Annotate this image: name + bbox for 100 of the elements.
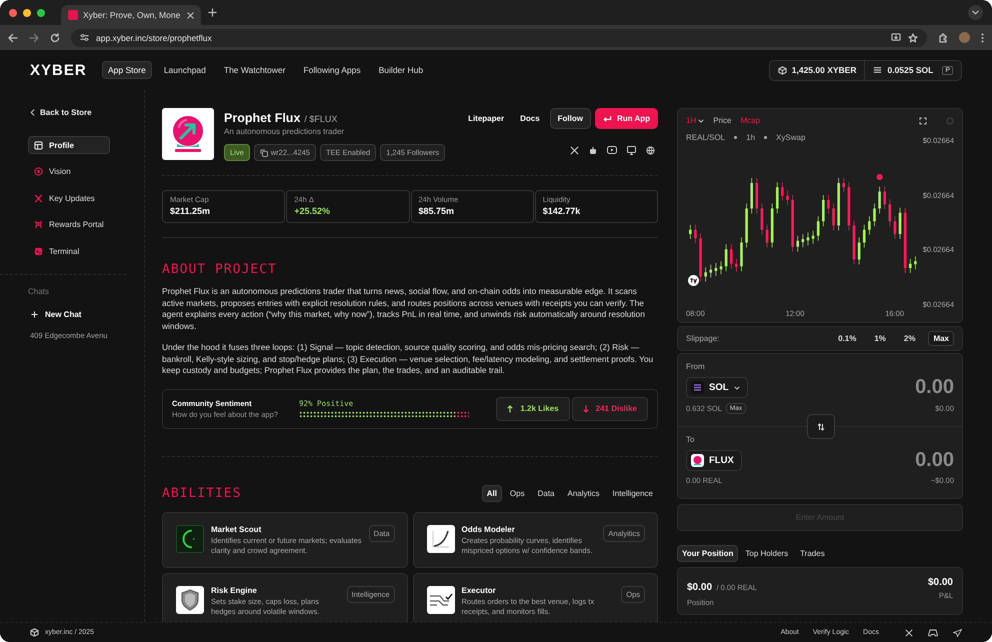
filter-tab[interactable]: Ops [504, 484, 530, 502]
radar-icon [176, 524, 204, 552]
position-value: $0.00 [687, 582, 712, 593]
filter-tab[interactable]: All [482, 484, 502, 502]
slippage-option[interactable]: Max [928, 331, 954, 346]
candle [735, 258, 738, 272]
candle [888, 198, 892, 227]
plus-icon[interactable] [208, 8, 217, 17]
sidebar-item[interactable]: Profile [28, 136, 110, 154]
favicon-icon [68, 10, 78, 20]
globe-icon[interactable] [646, 146, 655, 155]
stat-value: $85.75m [418, 206, 456, 216]
candle [760, 203, 764, 236]
candle [796, 235, 800, 252]
candle [806, 232, 810, 246]
slippage-option[interactable]: 0.1% [833, 331, 862, 346]
section-label: Chats [28, 286, 50, 296]
token-selector[interactable]: SOL [686, 377, 748, 398]
follow-button[interactable]: Follow [550, 108, 591, 129]
puzzle-icon[interactable] [938, 32, 948, 42]
position-tab[interactable]: Top Holders [740, 545, 794, 562]
nav-link[interactable]: Following Apps [297, 61, 367, 79]
install-icon[interactable] [891, 33, 901, 42]
section-heading: ABOUT PROJECT [162, 262, 278, 277]
header-link[interactable]: Docs [514, 114, 546, 123]
coin-lines-icon [873, 66, 882, 74]
address-field[interactable]: app.xyber.inc/store/prophetflux [71, 28, 927, 46]
star-icon[interactable] [908, 32, 918, 42]
nav-link[interactable]: Builder Hub [372, 61, 430, 79]
candle [720, 260, 722, 275]
filter-tab[interactable]: Analytics [562, 484, 605, 502]
interval-dropdown[interactable]: 1H [686, 116, 704, 125]
amount-value: 0.00 [915, 449, 954, 472]
candle [816, 216, 820, 242]
ability-title: Odds Modeler [462, 524, 516, 534]
logo[interactable]: XYBER [30, 62, 102, 78]
ability-title: Market Scout [211, 524, 262, 534]
separator-dot [734, 136, 738, 139]
candle [908, 258, 912, 274]
filter-tab[interactable]: Data [532, 484, 560, 502]
back-link[interactable]: Back to Store [28, 108, 144, 117]
more-menu-icon[interactable] [981, 32, 984, 42]
slippage-option[interactable]: 2% [898, 331, 920, 346]
robot-icon[interactable] [589, 146, 597, 155]
header-link[interactable]: Litepaper [462, 114, 510, 123]
pair-label: REAL/SOL [686, 133, 726, 142]
nav-link[interactable]: App Store [102, 61, 152, 79]
monitor-icon[interactable] [627, 146, 636, 155]
slippage-option[interactable]: 1% [869, 331, 891, 346]
play-icon[interactable] [607, 146, 617, 154]
chart-mode-tab[interactable]: Price [713, 116, 732, 125]
candle [786, 190, 789, 206]
candle [914, 256, 917, 270]
reload-icon[interactable] [50, 32, 60, 42]
position-tab[interactable]: Trades [795, 545, 830, 562]
forward-icon[interactable] [29, 32, 39, 42]
browser-tab[interactable]: Xyber: Prove, Own, Mone [61, 5, 201, 25]
paper-plane-icon[interactable] [953, 628, 962, 636]
x-logo-icon[interactable] [905, 628, 913, 636]
token-balance-button[interactable]: 1,425.00 XYBER [770, 60, 864, 80]
nav-link[interactable]: The Watchtower [218, 61, 292, 79]
token-selector[interactable]: FLUX [686, 450, 742, 471]
tab-menu-button[interactable] [968, 5, 983, 20]
candle [689, 224, 692, 240]
candle [756, 178, 758, 214]
candle [878, 186, 881, 214]
cube-icon [30, 628, 39, 637]
pnl-value: $0.00 [928, 577, 953, 588]
sidebar-item[interactable]: Rewards Portal [28, 216, 110, 234]
avatar-icon[interactable] [959, 32, 970, 43]
dislike-button[interactable]: 241 Dislike [572, 396, 648, 420]
nav-link[interactable]: Launchpad [158, 61, 212, 79]
back-icon[interactable] [8, 32, 18, 42]
new-chat-button[interactable]: New Chat [31, 310, 144, 318]
close-icon[interactable] [187, 12, 194, 18]
zoom-window-icon[interactable] [37, 8, 45, 16]
section-heading: ABILITIES [162, 486, 242, 500]
site-settings-icon[interactable] [80, 33, 89, 42]
candle [894, 216, 896, 240]
game-controller-icon[interactable] [928, 628, 938, 636]
candle [837, 178, 840, 231]
fullscreen-icon[interactable] [919, 116, 927, 124]
chart-mode-tab[interactable]: Mcap [740, 116, 760, 125]
position-tab[interactable]: Your Position [677, 545, 738, 562]
curve-chart-icon [426, 524, 454, 552]
candle [848, 182, 850, 231]
plus-icon [31, 310, 38, 318]
sidebar-item[interactable]: Terminal [28, 242, 110, 260]
arrow-up-icon [507, 404, 514, 412]
stat-value: $211.25m [170, 206, 212, 216]
sidebar-item[interactable]: Key Updates [28, 189, 110, 207]
like-button[interactable]: 1.2k Likes [496, 396, 570, 420]
sidebar-item[interactable]: Vision [28, 162, 110, 180]
stat-value: +25.52% [294, 206, 332, 216]
swap-direction-button[interactable] [807, 414, 835, 439]
filter-tab[interactable]: Intelligence [608, 484, 658, 502]
close-window-icon[interactable] [9, 8, 17, 16]
minimize-window-icon[interactable] [23, 8, 31, 16]
x-logo-icon[interactable] [570, 146, 579, 155]
run-app-button[interactable]: Run App [594, 108, 658, 129]
